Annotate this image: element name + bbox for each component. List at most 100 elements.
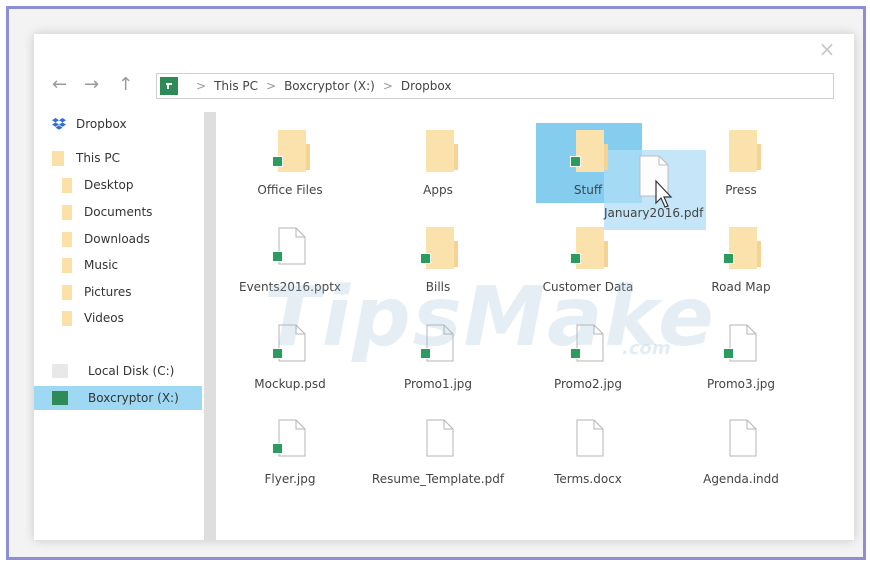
sidebar-item-music[interactable]: Music — [62, 253, 202, 277]
folder-icon — [62, 257, 72, 273]
folder-icon — [272, 130, 310, 172]
breadcrumb-separator: > — [196, 79, 207, 93]
drive-icon — [52, 364, 68, 378]
item-label: Bills — [425, 280, 451, 294]
breadcrumb-this-pc[interactable]: This PC — [214, 79, 258, 93]
breadcrumb-dropbox[interactable]: Dropbox — [401, 79, 452, 93]
item-label: Resume_Template.pdf — [371, 472, 505, 486]
sidebar-item-label: Documents — [84, 205, 153, 219]
item-label: Promo1.jpg — [403, 377, 473, 391]
item-label: Agenda.indd — [703, 472, 779, 486]
encrypted-badge-icon — [570, 253, 581, 264]
encrypted-badge-icon — [272, 348, 283, 359]
folder-item[interactable]: Press — [666, 122, 816, 212]
file-item[interactable]: Promo2.jpg — [513, 316, 663, 406]
file-icon — [576, 419, 604, 457]
folder-icon — [62, 284, 72, 300]
file-item[interactable]: Events2016.pptx — [215, 219, 365, 309]
encrypted-badge-icon — [420, 348, 431, 359]
file-icon — [723, 324, 757, 362]
file-item[interactable]: Mockup.psd — [215, 316, 365, 406]
mouse-cursor-icon — [655, 179, 673, 208]
folder-icon — [570, 130, 608, 172]
file-icon — [426, 419, 454, 457]
sidebar-item-label: This PC — [76, 151, 120, 165]
sidebar-item-documents[interactable]: Documents — [62, 200, 202, 224]
encrypted-badge-icon — [570, 156, 581, 167]
sidebar-item-label: Local Disk (C:) — [88, 364, 175, 378]
file-icon — [272, 419, 306, 457]
file-item[interactable]: Terms.docx — [513, 411, 663, 501]
folder-item[interactable]: Apps — [363, 122, 513, 212]
sidebar-item-local-disk[interactable]: Local Disk (C:) — [52, 359, 202, 383]
item-label: Promo2.jpg — [553, 377, 623, 391]
sidebar-item-label: Pictures — [84, 285, 132, 299]
navigation-pane: Dropbox This PC Desktop Documents Downlo… — [34, 110, 204, 540]
file-item[interactable]: Flyer.jpg — [215, 411, 365, 501]
folder-icon — [420, 227, 458, 269]
file-item[interactable]: Promo3.jpg — [666, 316, 816, 406]
watermark-domain: .com — [622, 338, 671, 359]
file-item[interactable]: Resume_Template.pdf — [363, 411, 513, 501]
item-label: Press — [725, 183, 757, 197]
breadcrumb-separator: > — [266, 79, 277, 93]
up-arrow-icon[interactable]: ↑ — [118, 74, 133, 96]
folder-icon — [62, 231, 72, 247]
file-icon — [272, 227, 306, 265]
folder-icon — [570, 227, 608, 269]
file-icon — [729, 419, 757, 457]
folder-icon — [52, 150, 64, 166]
encrypted-badge-icon — [570, 348, 581, 359]
sidebar-item-this-pc[interactable]: This PC — [52, 146, 192, 170]
folder-item[interactable]: Bills — [363, 219, 513, 309]
item-label: Mockup.psd — [254, 377, 326, 391]
sidebar-item-desktop[interactable]: Desktop — [62, 173, 202, 197]
sidebar-item-videos[interactable]: Videos — [62, 306, 202, 330]
sidebar-item-label: Music — [84, 258, 119, 272]
encrypted-badge-icon — [272, 443, 283, 454]
sidebar-item-label: Boxcryptor (X:) — [88, 391, 179, 405]
file-icon — [570, 324, 604, 362]
encrypted-badge-icon — [272, 251, 283, 262]
item-label: Road Map — [711, 280, 771, 294]
encrypted-badge-icon — [420, 253, 431, 264]
back-arrow-icon[interactable]: ← — [52, 74, 67, 96]
boxcryptor-icon — [160, 77, 178, 95]
dropbox-icon — [52, 118, 66, 130]
item-label: Customer Data — [542, 280, 634, 294]
encrypted-badge-icon — [272, 156, 283, 167]
sidebar-item-dropbox[interactable]: Dropbox — [52, 112, 192, 136]
sidebar-item-label: Dropbox — [76, 117, 127, 131]
sidebar-item-boxcryptor[interactable]: Boxcryptor (X:) — [34, 386, 202, 410]
breadcrumb-separator: > — [382, 79, 393, 93]
address-bar[interactable]: > This PC > Boxcryptor (X:) > Dropbox — [156, 73, 834, 99]
folder-icon — [62, 310, 72, 326]
sidebar-item-label: Downloads — [84, 232, 150, 246]
item-label: Flyer.jpg — [264, 472, 316, 486]
breadcrumb-boxcryptor[interactable]: Boxcryptor (X:) — [284, 79, 375, 93]
sidebar-item-label: Videos — [84, 311, 124, 325]
sidebar-item-downloads[interactable]: Downloads — [62, 227, 202, 251]
folder-icon — [62, 177, 72, 193]
encrypted-badge-icon — [723, 253, 734, 264]
item-label: Office Files — [257, 183, 323, 197]
folder-item[interactable]: Customer Data — [513, 219, 663, 309]
file-icon — [272, 324, 306, 362]
encrypted-badge-icon — [723, 348, 734, 359]
file-item[interactable]: Agenda.indd — [666, 411, 816, 501]
forward-arrow-icon[interactable]: → — [84, 74, 99, 96]
folder-icon — [62, 204, 72, 220]
sidebar-item-pictures[interactable]: Pictures — [62, 280, 202, 304]
file-item[interactable]: Promo1.jpg — [363, 316, 513, 406]
boxcryptor-icon — [52, 391, 68, 405]
folder-icon — [426, 130, 458, 172]
item-label: Events2016.pptx — [238, 280, 342, 294]
folder-item[interactable]: Office Files — [215, 122, 365, 212]
close-icon[interactable]: × — [816, 38, 838, 60]
folder-item[interactable]: Road Map — [666, 219, 816, 309]
file-icon — [420, 324, 454, 362]
file-explorer-window: × ← → ↑ > This PC > Boxcryptor (X:) > Dr… — [34, 34, 854, 540]
folder-icon — [723, 227, 761, 269]
item-label: Apps — [423, 183, 453, 197]
item-label: Promo3.jpg — [706, 377, 776, 391]
